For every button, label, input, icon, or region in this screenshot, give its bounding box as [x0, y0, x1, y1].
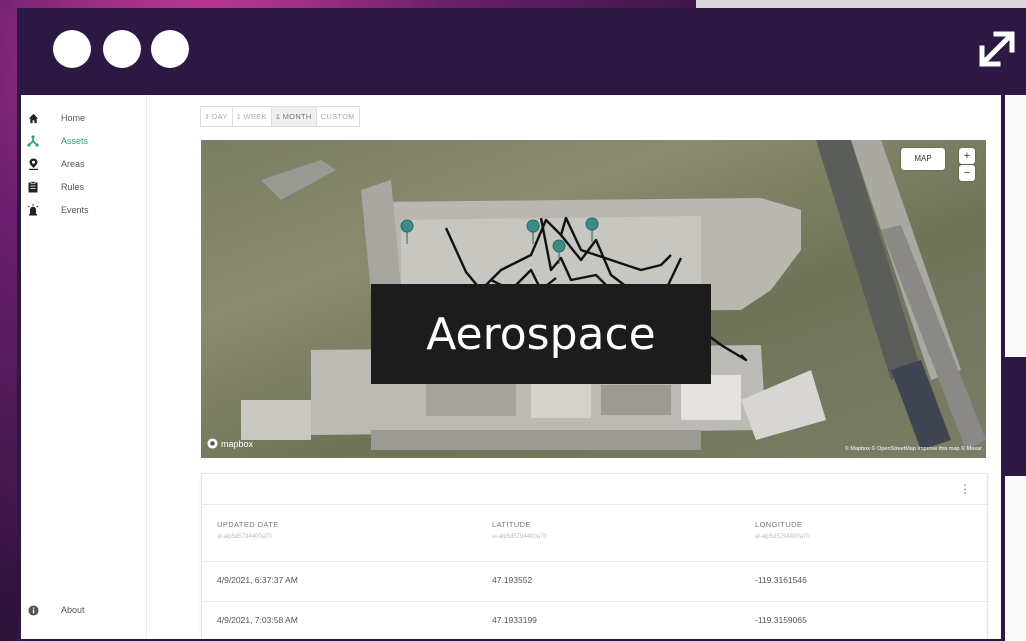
location-pin-icon	[27, 158, 39, 170]
tab-1-month[interactable]: 1 MONTH	[271, 107, 317, 126]
window-dot[interactable]	[151, 30, 189, 68]
aerospace-label: Aerospace	[371, 284, 711, 384]
divider	[202, 504, 987, 505]
window-dot[interactable]	[103, 30, 141, 68]
divider	[202, 601, 987, 602]
sidebar-item-areas[interactable]: Areas	[27, 155, 142, 173]
column-header-longitude[interactable]: LONGITUDE ai-alp5d5794400a70	[755, 520, 810, 540]
tab-1-week[interactable]: 1 WEEK	[233, 107, 272, 126]
sidebar-item-assets[interactable]: Assets	[27, 132, 142, 150]
mapbox-icon	[207, 438, 218, 449]
column-subtitle: ai-alp5d5794400a70	[492, 534, 547, 540]
expand-arrows-icon[interactable]	[974, 26, 1020, 72]
more-options-icon[interactable]: ⋮	[959, 482, 971, 496]
window-dot[interactable]	[53, 30, 91, 68]
column-title: UPDATED DATE	[217, 520, 279, 529]
zoom-out-button[interactable]: −	[959, 165, 975, 181]
map-style-button[interactable]: MAP	[901, 148, 945, 170]
column-header-updated-date[interactable]: UPDATED DATE ai-alp5d5794400a70	[217, 520, 279, 540]
divider	[202, 561, 987, 562]
map-attribution[interactable]: © Mapbox © OpenStreetMap Improve this ma…	[845, 446, 982, 452]
sidebar-item-label: About	[61, 605, 85, 615]
column-subtitle: ai-alp5d5794400a70	[217, 534, 272, 540]
side-panel-top	[1005, 95, 1026, 357]
cell-updated-date: 4/9/2021, 7:03:58 AM	[217, 615, 298, 625]
sidebar-item-label: Areas	[61, 159, 85, 169]
tab-1-day[interactable]: 1 DAY	[201, 107, 233, 126]
cell-latitude: 47.1933199	[492, 615, 537, 625]
cell-longitude: -119.3159065	[755, 615, 807, 625]
sidebar: Home Assets Areas Rules Events About	[21, 95, 147, 639]
asset-data-table: ⋮ UPDATED DATE ai-alp5d5794400a70 LATITU…	[201, 473, 988, 639]
sidebar-item-label: Events	[61, 205, 89, 215]
column-subtitle: ai-alp5d5794400a70	[755, 534, 810, 540]
side-panel-strip	[1001, 95, 1026, 641]
app-content: Home Assets Areas Rules Events About 1 D…	[21, 95, 1001, 639]
cell-longitude: -119.3161546	[755, 575, 807, 585]
cell-latitude: 47.193552	[492, 575, 533, 585]
sidebar-item-label: Assets	[61, 136, 89, 146]
clipboard-icon	[27, 181, 39, 193]
cell-updated-date: 4/9/2021, 6:37:37 AM	[217, 575, 298, 585]
browser-window: Home Assets Areas Rules Events About 1 D…	[17, 8, 1026, 641]
mapbox-logo[interactable]: mapbox	[207, 438, 253, 449]
sidebar-item-home[interactable]: Home	[27, 109, 142, 127]
sidebar-item-about[interactable]: About	[27, 601, 142, 619]
info-icon	[27, 604, 39, 616]
sidebar-item-label: Home	[61, 113, 86, 123]
alarm-icon	[27, 204, 39, 216]
tab-custom[interactable]: CUSTOM	[317, 107, 359, 126]
sidebar-item-label: Rules	[61, 182, 85, 192]
mapbox-logo-text: mapbox	[221, 438, 254, 449]
column-title: LATITUDE	[492, 520, 531, 529]
sidebar-item-rules[interactable]: Rules	[27, 178, 142, 196]
column-header-latitude[interactable]: LATITUDE ai-alp5d5794400a70	[492, 520, 547, 540]
side-panel-bottom	[1005, 476, 1026, 641]
zoom-in-button[interactable]: +	[959, 148, 975, 164]
column-title: LONGITUDE	[755, 520, 803, 529]
home-icon	[27, 112, 39, 124]
sidebar-item-events[interactable]: Events	[27, 201, 142, 219]
title-bar	[17, 8, 1026, 95]
time-range-tabs: 1 DAY 1 WEEK 1 MONTH CUSTOM	[200, 106, 360, 127]
assets-icon	[27, 135, 39, 147]
